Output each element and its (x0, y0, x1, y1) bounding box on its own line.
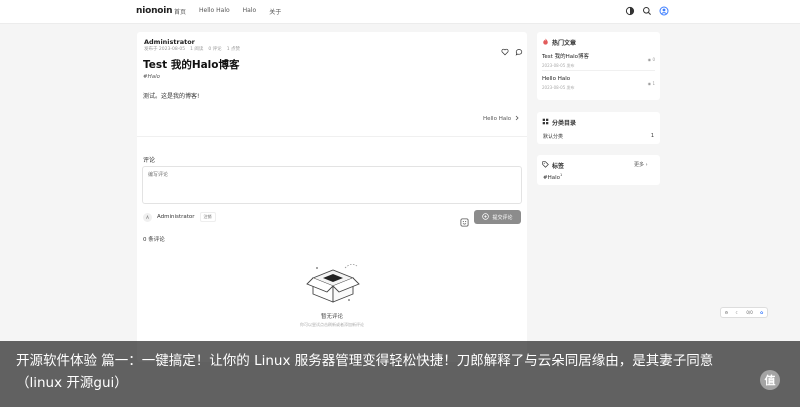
comment-input[interactable] (142, 166, 522, 204)
tag-count: 1 (560, 173, 563, 177)
categories-card: 分类目录 默认分类 1 (537, 112, 660, 144)
section-divider (137, 136, 527, 137)
post-title: Test 我的Halo博客 (143, 59, 240, 71)
category-count: 1 (650, 133, 654, 139)
nav-item-home[interactable]: 首页 (174, 7, 186, 16)
categories-title: 分类目录 (552, 120, 577, 127)
post-body: 测试。这是我的博客! (143, 93, 200, 100)
post-comments: 0 评论 (208, 47, 222, 52)
tags-more-label: 更多 (634, 162, 645, 168)
post-actions (501, 41, 523, 60)
settings-gear-icon[interactable]: ⚙ (725, 310, 729, 315)
tags-more-link[interactable]: 更多 › (634, 161, 648, 168)
hot-post-view-count: 1 (652, 81, 655, 86)
tag-item[interactable]: #Halo1 (543, 173, 562, 181)
caption-overlay: 开源软件体验 篇一：一键搞定！让你的 Linux 服务器管理变得轻松快捷！刀郎解… (0, 341, 800, 407)
hot-post-views: ◉ 1 (648, 81, 655, 86)
tag-name: #Halo (543, 174, 561, 181)
commenter-name: Administrator (157, 214, 195, 220)
watermark: 值 (760, 370, 780, 390)
chevron-right-icon (514, 115, 520, 123)
chevron-right-icon: › (645, 162, 648, 168)
hot-post-date: 2023-08-05 发布 (542, 63, 575, 68)
hot-post-title: Hello Halo (542, 76, 571, 82)
post-card: Administrator 发布于 2023-08-05 1 阅读 0 评论 1… (137, 32, 527, 362)
submit-comment-button[interactable]: 提交评论 (474, 210, 521, 224)
hot-post-item[interactable]: Test 我的Halo博客 2023-08-05 发布 ◉ 0 (542, 52, 655, 69)
comment-count: 0 条评论 (143, 237, 165, 243)
tags-card: 标签 更多 › #Halo1 (537, 155, 660, 185)
tags-title: 标签 (552, 163, 565, 170)
category-name: 默认分类 (543, 134, 564, 140)
category-item[interactable]: 默认分类 1 (543, 133, 654, 140)
hot-posts-card: 热门文章 Test 我的Halo博客 2023-08-05 发布 ◉ 0 Hel… (537, 32, 660, 100)
nav-item-about[interactable]: 关于 (269, 7, 281, 16)
floating-counter: 0/0 (746, 310, 753, 315)
send-icon (482, 212, 490, 222)
nav-actions (625, 6, 669, 16)
next-post-label: Hello Halo (483, 116, 512, 122)
nav-item-halo[interactable]: Halo (243, 7, 257, 16)
post-tag[interactable]: #Halo (143, 74, 160, 80)
back-to-top-icon[interactable]: ✿ (760, 310, 763, 315)
search-icon[interactable] (642, 6, 652, 16)
theme-toggle-icon[interactable] (625, 6, 635, 16)
comment-section-title: 评论 (143, 157, 156, 164)
grid-icon (542, 118, 549, 127)
floating-toolbar: ⚙ ☾ 0/0 ✿ (720, 307, 768, 318)
post-views: 1 阅读 (190, 47, 204, 52)
comment-bubble-icon[interactable] (515, 41, 523, 60)
user-avatar-icon[interactable] (659, 6, 669, 16)
post-meta: 发布于 2023-08-05 1 阅读 0 评论 1 点赞 (144, 46, 240, 52)
caption-text: 开源软件体验 篇一：一键搞定！让你的 Linux 服务器管理变得轻松快捷！刀郎解… (16, 353, 714, 391)
logout-button[interactable]: 注销 (199, 212, 216, 222)
hot-post-title: Test 我的Halo博客 (542, 54, 589, 60)
top-navbar: nionoin 首页 Hello Halo Halo 关于 (0, 0, 800, 24)
post-likes: 1 点赞 (226, 47, 240, 52)
eye-icon: ◉ (647, 81, 652, 86)
tag-icon (542, 161, 549, 170)
next-post-link[interactable]: Hello Halo (483, 115, 520, 123)
post-date: 发布于 2023-08-05 (144, 47, 186, 52)
emoji-picker-icon[interactable] (460, 212, 469, 231)
commenter-avatar: A (143, 212, 152, 222)
hot-post-views: ◉ 0 (648, 57, 655, 62)
moon-icon[interactable]: ☾ (735, 310, 739, 315)
empty-box-illustration (303, 260, 363, 312)
submit-comment-label: 提交评论 (492, 214, 513, 221)
empty-comments-hint: 你可以尝试点击刷新或者添加新评论 (300, 322, 364, 327)
hot-post-item[interactable]: Hello Halo 2023-08-05 发布 ◉ 1 (542, 76, 655, 91)
hot-posts-header: 热门文章 (542, 38, 576, 47)
post-author[interactable]: Administrator (144, 38, 195, 46)
hot-posts-title: 热门文章 (552, 40, 577, 47)
site-logo[interactable]: nionoin (136, 6, 173, 16)
eye-icon: ◉ (647, 57, 652, 62)
hot-post-view-count: 0 (652, 57, 655, 62)
like-heart-icon[interactable] (501, 41, 509, 60)
watermark-badge: 值 (760, 370, 780, 390)
tags-header: 标签 (542, 161, 564, 170)
list-divider (542, 70, 655, 71)
comment-user-bar: A Administrator 注销 (143, 212, 216, 222)
flame-icon (542, 38, 549, 47)
nav-menu: 首页 Hello Halo Halo 关于 (174, 7, 281, 16)
hot-post-date: 2023-08-05 发布 (542, 85, 575, 90)
nav-item-hello-halo[interactable]: Hello Halo (199, 7, 230, 16)
categories-header: 分类目录 (542, 118, 576, 127)
empty-comments-title: 暂无评论 (320, 314, 343, 320)
